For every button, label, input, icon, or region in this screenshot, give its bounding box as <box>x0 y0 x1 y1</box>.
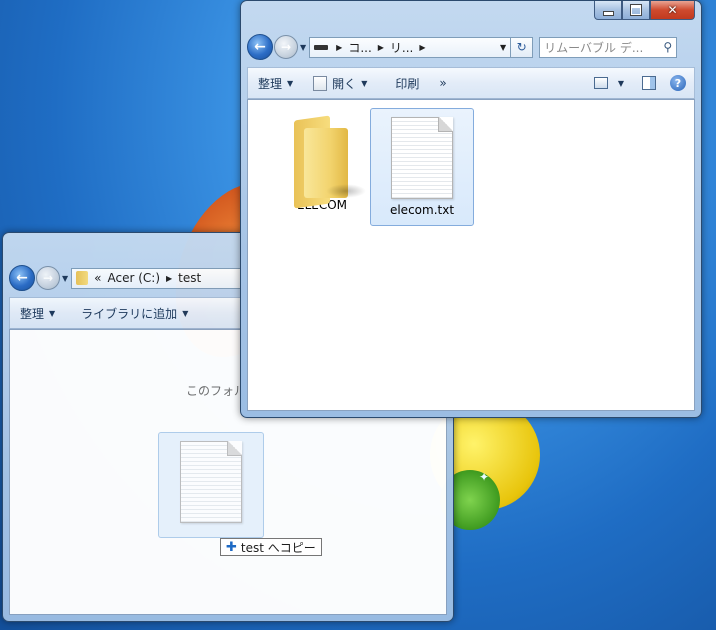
add-to-library-button[interactable]: ライブラリに追加 ▼ <box>71 305 198 322</box>
close-button[interactable]: ✕ <box>650 1 695 20</box>
chevron-down-icon: ▼ <box>361 78 368 88</box>
chevron-down-icon: ▼ <box>617 78 624 88</box>
add-to-library-label: ライブラリに追加 <box>81 306 178 321</box>
organize-menu-button[interactable]: 整理 ▼ <box>248 75 303 92</box>
breadcrumb-chevron-icon[interactable]: ▶ <box>336 43 342 52</box>
preview-pane-icon <box>642 76 656 90</box>
minimize-button[interactable] <box>594 1 622 20</box>
history-dropdown-icon[interactable]: ▼ <box>300 43 306 52</box>
maximize-icon <box>630 4 642 16</box>
more-label: » <box>439 76 447 90</box>
address-bar[interactable]: ▶ コ... ▶ リ... ▶ ▼ <box>309 36 512 58</box>
chevron-down-icon: ▼ <box>182 308 189 318</box>
folder-icon <box>76 271 89 285</box>
organize-menu-button[interactable]: 整理 ▼ <box>10 305 65 322</box>
file-item-text[interactable]: elecom.txt <box>370 108 474 226</box>
plus-icon: ✚ <box>226 539 237 555</box>
chevron-down-icon: ▼ <box>49 308 56 318</box>
search-icon[interactable]: ⚲ <box>663 40 672 54</box>
breadcrumb-overflow[interactable]: « <box>94 271 101 285</box>
back-arrow-icon: ← <box>16 270 28 286</box>
chevron-down-icon: ▼ <box>287 78 294 88</box>
explorer-window-removable-disk[interactable]: ✕ ← → ▼ ▶ コ... ▶ リ... ▶ ▼ ↻ リムーバブル デ... … <box>240 0 702 418</box>
search-box[interactable]: リムーバブル デ... ⚲ <box>539 36 678 58</box>
command-bar: 整理 ▼ 開く ▼ 印刷 » ▼ ? <box>247 67 695 99</box>
forward-button[interactable]: → <box>274 35 298 59</box>
organize-label: 整理 <box>258 76 283 91</box>
forward-button[interactable]: → <box>36 266 60 290</box>
refresh-button[interactable]: ↻ <box>511 36 534 58</box>
breadcrumb-chevron-icon[interactable]: ▶ <box>378 43 384 52</box>
file-item-folder[interactable]: ELECOM <box>270 108 374 226</box>
forward-arrow-icon: → <box>42 271 54 285</box>
breadcrumb-item-drive[interactable]: Acer (C:) <box>108 271 161 285</box>
back-arrow-icon: ← <box>254 39 266 55</box>
drag-copy-label: test へコピー <box>240 540 316 555</box>
text-file-icon <box>180 441 242 523</box>
view-icon <box>593 77 608 89</box>
change-view-button[interactable]: ▼ <box>584 77 634 89</box>
file-item-label: elecom.txt <box>389 203 455 217</box>
organize-label: 整理 <box>20 306 45 321</box>
breadcrumb-item-computer[interactable]: コ... <box>348 39 371 56</box>
help-button[interactable]: ? <box>664 75 694 91</box>
open-label: 開く <box>332 76 357 91</box>
removable-drive-icon <box>314 44 329 50</box>
close-icon: ✕ <box>667 3 678 17</box>
wallpaper-sparkle: ✦ <box>479 470 490 484</box>
print-label: 印刷 <box>395 76 420 91</box>
preview-pane-button[interactable] <box>634 76 664 90</box>
back-button[interactable]: ← <box>9 265 35 291</box>
history-dropdown-icon[interactable]: ▼ <box>62 274 68 283</box>
refresh-icon: ↻ <box>516 40 527 54</box>
folder-icon <box>290 114 366 209</box>
help-icon: ? <box>670 75 686 91</box>
breadcrumb-chevron-icon[interactable]: ▶ <box>419 43 425 52</box>
open-menu-button[interactable]: 開く ▼ <box>303 75 377 92</box>
breadcrumb-chevron-icon[interactable]: ▶ <box>166 274 172 283</box>
file-list-pane[interactable]: ELECOM elecom.txt <box>247 99 695 411</box>
search-input[interactable]: リムーバブル デ... <box>544 39 643 56</box>
notepad-icon <box>313 75 328 91</box>
minimize-icon <box>602 10 614 16</box>
drag-copy-tooltip: ✚ test へコピー <box>220 538 322 556</box>
more-commands-button[interactable]: » <box>429 76 456 90</box>
breadcrumb-item-removable[interactable]: リ... <box>390 39 413 56</box>
forward-arrow-icon: → <box>280 40 292 54</box>
breadcrumb-item-test[interactable]: test <box>178 271 201 285</box>
window-controls: ✕ <box>594 1 695 20</box>
address-dropdown-icon[interactable]: ▼ <box>500 43 506 52</box>
back-button[interactable]: ← <box>247 34 273 60</box>
text-file-icon <box>391 117 453 199</box>
drag-preview <box>158 432 264 538</box>
navigation-row: ← → ▼ ▶ コ... ▶ リ... ▶ ▼ ↻ リムーバブル デ... ⚲ <box>247 34 695 60</box>
maximize-button[interactable] <box>622 1 650 20</box>
print-button[interactable]: 印刷 <box>385 75 429 92</box>
